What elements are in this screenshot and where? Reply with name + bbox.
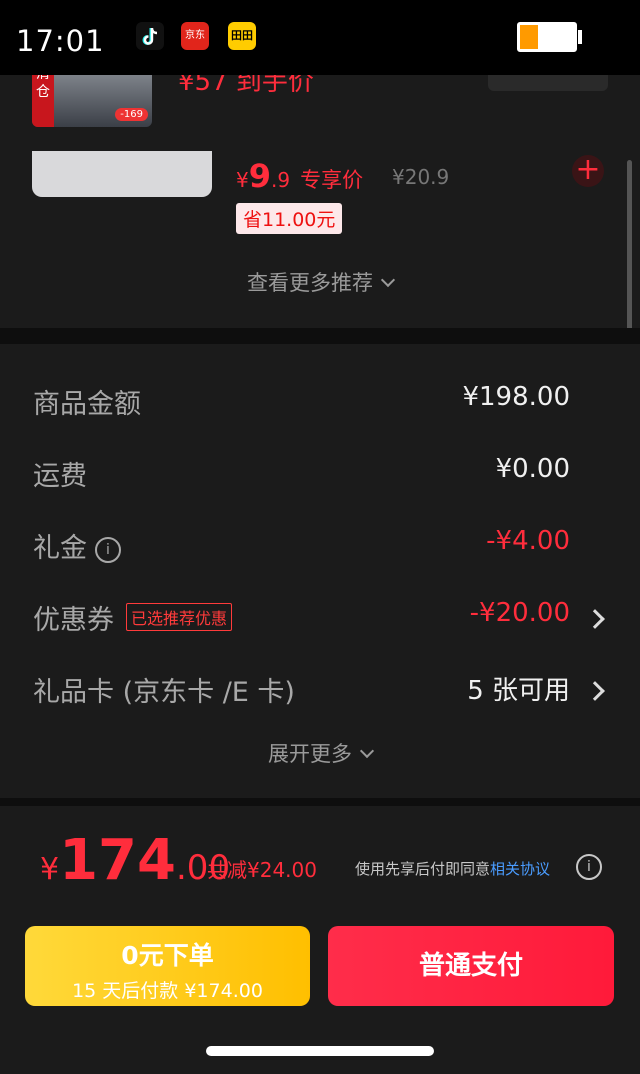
row-shipping: 运费 ¥0.00 [33,454,570,492]
info-icon[interactable]: i [576,854,602,880]
recommend-badge: 已选推荐优惠 [126,603,233,631]
save-badge: 省11.00元 [236,203,343,234]
agreement-text: 使用先享后付即同意相关协议 [355,860,551,878]
agreement-link[interactable]: 相关协议 [490,860,550,878]
chevron-down-icon [380,272,396,288]
expand-more-link[interactable]: 展开更多 [0,738,640,768]
clearance-badge: 清仓 [32,75,54,127]
product-price: ¥9.9 专享价 [236,157,364,195]
price-summary: 商品金额 ¥198.00 运费 ¥0.00 礼金 i -¥4.00 优惠券 已选推荐… [0,344,640,798]
clock: 17:01 [16,24,105,58]
product-thumbnail[interactable] [32,151,212,197]
chevron-right-icon [585,681,605,701]
home-indicator[interactable] [206,1046,434,1056]
total-price: ¥174.00 [40,828,231,893]
row-coupon[interactable]: 优惠券 已选推荐优惠 -¥20.00 [0,590,640,640]
plus-icon[interactable]: + [572,155,604,187]
battery-icon [517,22,577,52]
status-bar: 17:01 京东 田田 [0,0,640,75]
chevron-down-icon [359,743,375,759]
recommend-section: 清仓 -169 ¥57 到手价 ¥9.9专享价 ¥20.9 + 省11.00元 … [0,75,640,328]
original-price: ¥20.9 [392,165,450,189]
add-button[interactable] [488,75,608,91]
battery-tip [578,30,582,44]
normal-pay-button[interactable]: 普通支付 [328,926,614,1006]
divider [0,798,640,806]
product-price: ¥57 到手价 [178,75,314,97]
more-recommend-link[interactable]: 查看更多推荐 [0,267,640,297]
row-gift-money: 礼金 i -¥4.00 [33,526,570,564]
tiktok-icon [136,22,164,50]
total-discount: 共减¥24.00 [207,858,317,882]
discount-badge: -169 [115,108,148,121]
pay-later-button[interactable]: 0元下单 15 天后付款 ¥174.00 [25,926,310,1006]
info-icon[interactable]: i [95,537,121,563]
divider [0,328,640,344]
tianmao-icon: 田田 [228,22,256,50]
chevron-right-icon [585,609,605,629]
row-goods-amount: 商品金额 ¥198.00 [33,382,570,420]
jd-icon: 京东 [181,22,209,50]
product-thumbnail[interactable]: 清仓 -169 [32,75,152,127]
checkout-bar: ¥174.00 共减¥24.00 使用先享后付即同意相关协议 i 0元下单 15… [0,806,640,1074]
row-gift-card[interactable]: 礼品卡 (京东卡 /E 卡) 5 张可用 [0,662,640,712]
